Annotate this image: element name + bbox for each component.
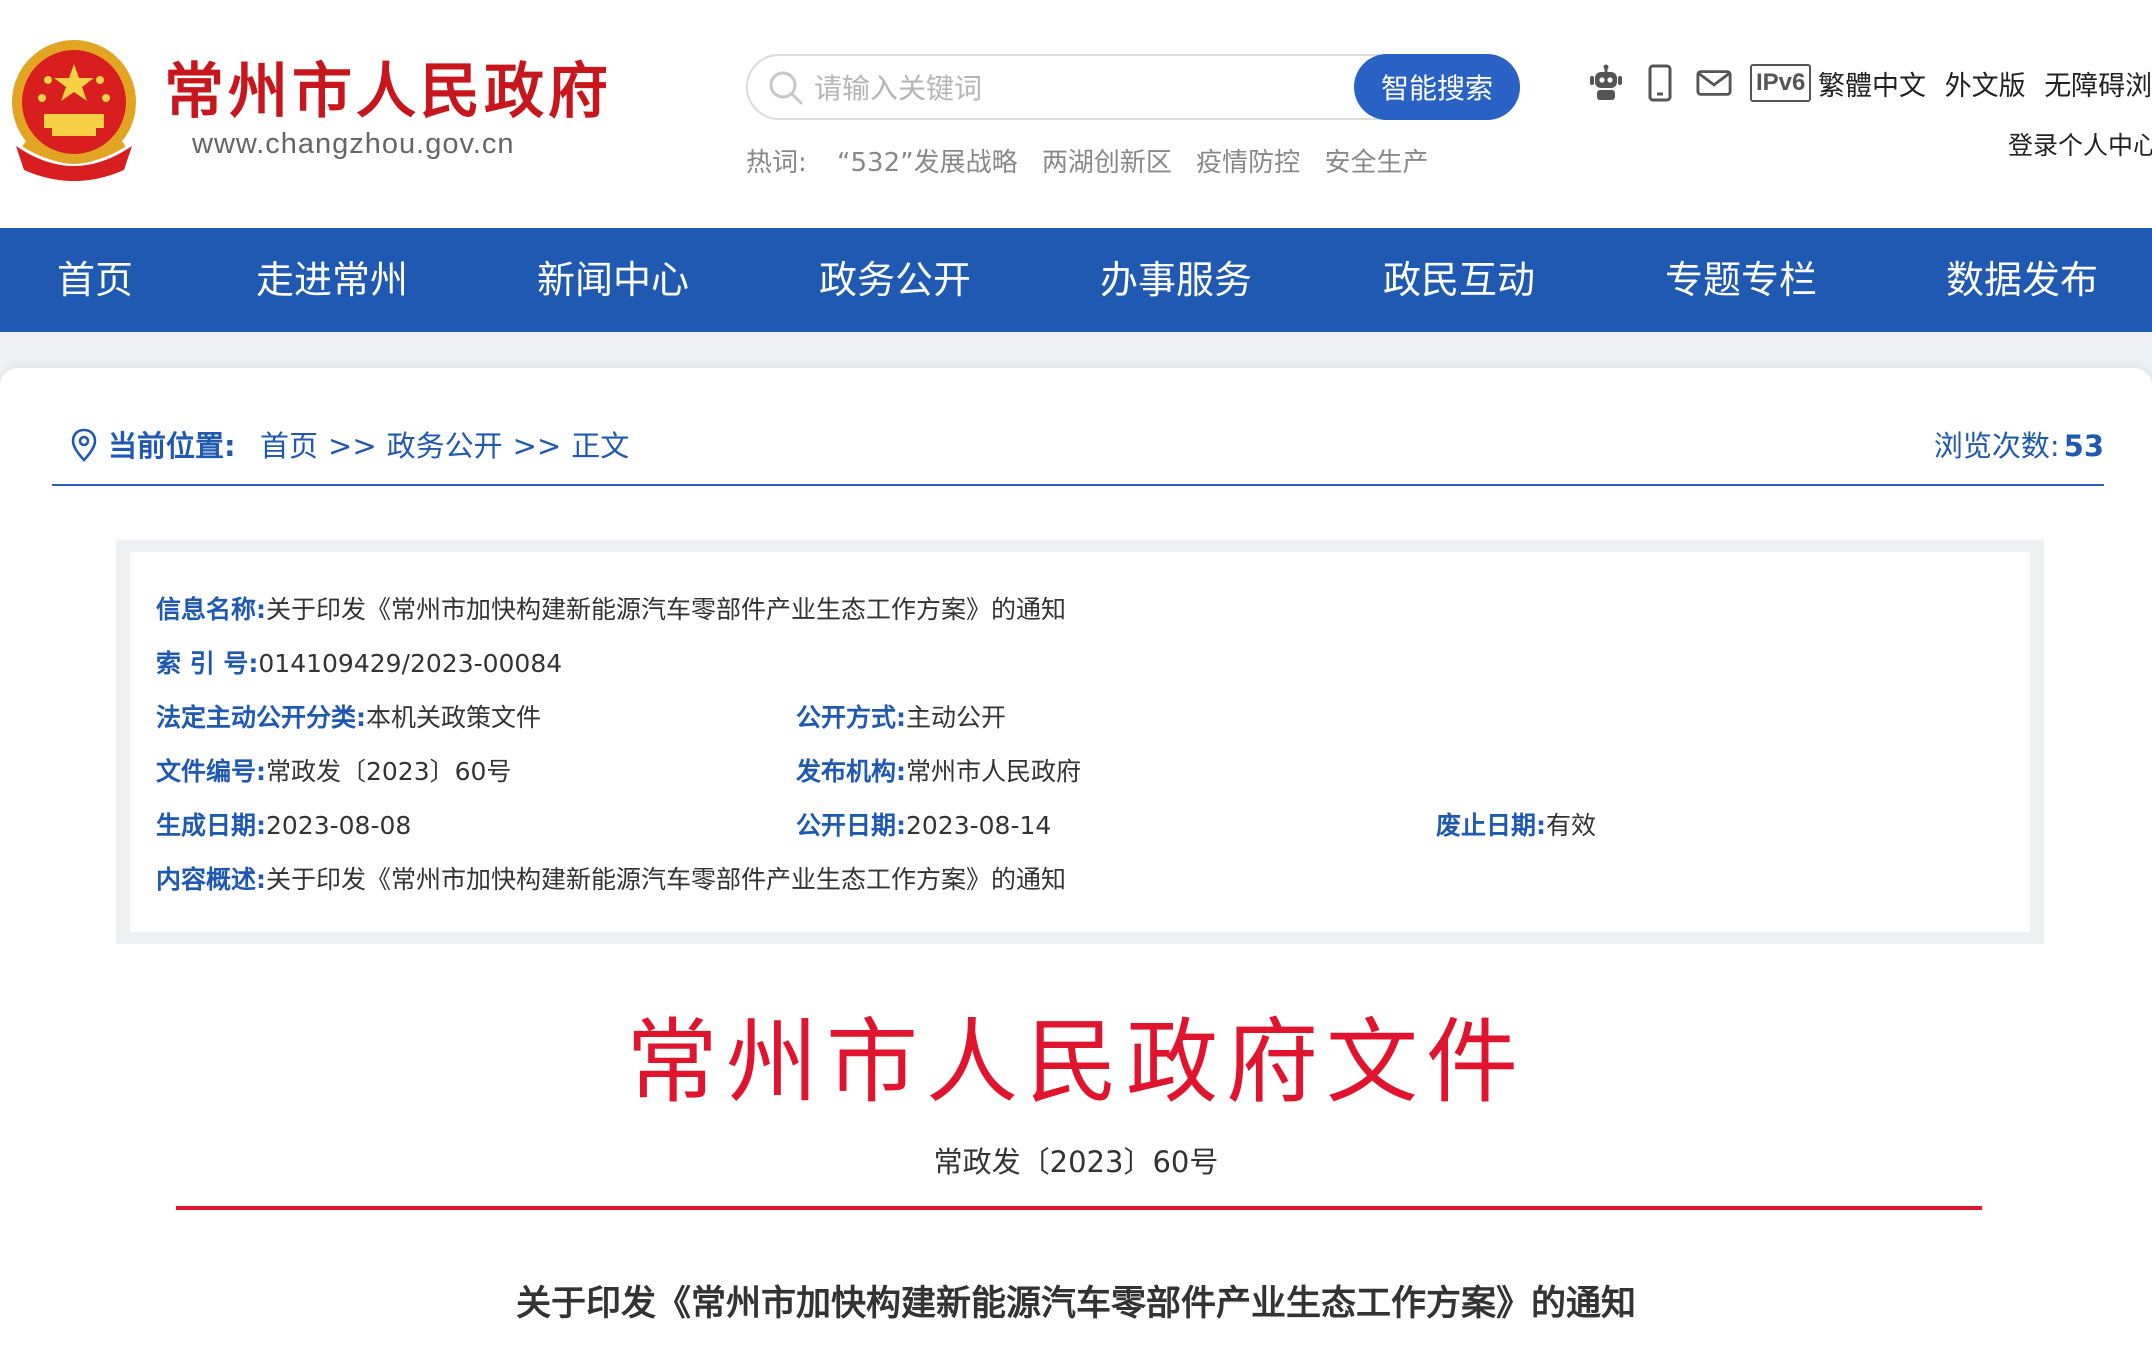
info-row-index: 索 引 号:014109429/2023-00084 xyxy=(156,644,562,684)
info-table: 信息名称:关于印发《常州市加快构建新能源汽车零部件产业生态工作方案》的通知 索 … xyxy=(130,552,2030,932)
info-name-value: 关于印发《常州市加快构建新能源汽车零部件产业生态工作方案》的通知 xyxy=(266,595,1067,624)
hotword-532-strategy[interactable]: “532”发展战略 xyxy=(837,148,1018,178)
info-publisher-key: 发布机构: xyxy=(796,757,906,786)
site-header: 常州市人民政府 www.changzhou.gov.cn 智能搜索 热词: “5… xyxy=(0,0,2152,228)
info-category-key: 法定主动公开分类: xyxy=(156,703,366,732)
foreign-language-link[interactable]: 外文版 xyxy=(1945,71,2026,102)
info-published-key: 公开日期: xyxy=(796,811,906,840)
login-personal-center-link[interactable]: 登录个人中心 xyxy=(2008,126,2152,162)
info-index-value: 014109429/2023-00084 xyxy=(258,649,563,678)
hotword-work-safety[interactable]: 安全生产 xyxy=(1324,148,1428,178)
nav-services[interactable]: 办事服务 xyxy=(1100,228,1252,332)
info-method-key: 公开方式: xyxy=(796,703,906,732)
nav-interaction[interactable]: 政民互动 xyxy=(1383,228,1535,332)
breadcrumb: 当前位置: 首页 >> 政务公开 >> 正文 浏览次数: 53 xyxy=(52,424,2104,486)
nav-about-changzhou[interactable]: 走进常州 xyxy=(256,228,408,332)
info-row-docno: 文件编号:常政发〔2023〕60号 发布机构:常州市人民政府 xyxy=(156,752,2006,792)
top-links: 繁體中文 外文版 无障碍浏览 xyxy=(1818,64,2152,103)
ipv6-badge[interactable]: IPv6 xyxy=(1750,64,1812,102)
nav-government-affairs[interactable]: 政务公开 xyxy=(819,228,971,332)
info-name-key: 信息名称: xyxy=(156,595,266,624)
location-pin-icon xyxy=(71,428,97,462)
hotwords-label: 热词: xyxy=(746,148,807,178)
info-created-value: 2023-08-08 xyxy=(266,811,412,840)
info-category-value: 本机关政策文件 xyxy=(366,703,542,732)
site-url: www.changzhou.gov.cn xyxy=(192,128,515,160)
robot-icon[interactable] xyxy=(1588,63,1624,103)
info-expiry-key: 废止日期: xyxy=(1436,811,1546,840)
view-count-label: 浏览次数: xyxy=(1933,429,2060,463)
accessibility-link[interactable]: 无障碍浏览 xyxy=(2044,71,2152,102)
info-published-value: 2023-08-14 xyxy=(906,811,1052,840)
breadcrumb-trail: 首页 >> 政务公开 >> 正文 xyxy=(260,424,629,468)
breadcrumb-label: 当前位置: xyxy=(108,429,236,463)
nav-special-topics[interactable]: 专题专栏 xyxy=(1665,228,1817,332)
traditional-chinese-link[interactable]: 繁體中文 xyxy=(1818,71,1926,102)
info-row-name: 信息名称:关于印发《常州市加快构建新能源汽车零部件产业生态工作方案》的通知 xyxy=(156,590,1066,630)
info-row-category: 法定主动公开分类:本机关政策文件 公开方式:主动公开 xyxy=(156,698,2006,738)
nav-home[interactable]: 首页 xyxy=(57,228,133,332)
info-row-dates: 生成日期:2023-08-08 公开日期:2023-08-14 废止日期:有效 xyxy=(156,806,2006,846)
info-summary-value: 关于印发《常州市加快构建新能源汽车零部件产业生态工作方案》的通知 xyxy=(266,865,1067,894)
red-divider xyxy=(176,1206,1982,1210)
site-name[interactable]: 常州市人民政府 xyxy=(164,56,612,128)
hotword-two-lakes[interactable]: 两湖创新区 xyxy=(1042,148,1172,178)
info-publisher-value: 常州市人民政府 xyxy=(906,757,1082,786)
document-subject: 关于印发《常州市加快构建新能源汽车零部件产业生态工作方案》的通知 xyxy=(515,1284,1636,1324)
document-number: 常政发〔2023〕60号 xyxy=(933,1145,1219,1179)
info-docno-key: 文件编号: xyxy=(156,757,266,786)
hotwords-bar: 热词: “532”发展战略 两湖创新区 疫情防控 安全生产 xyxy=(746,142,1444,179)
search-input[interactable] xyxy=(814,64,1414,112)
content-card: 当前位置: 首页 >> 政务公开 >> 正文 浏览次数: 53 信息名称:关于印发《常州市… xyxy=(0,368,2152,1349)
info-expiry-value: 有效 xyxy=(1546,811,1597,840)
document-title: 常州市人民政府文件 xyxy=(625,1009,1526,1116)
search-box: 智能搜索 xyxy=(746,54,1520,120)
info-docno-value: 常政发〔2023〕60号 xyxy=(266,757,512,786)
info-panel: 信息名称:关于印发《常州市加快构建新能源汽车零部件产业生态工作方案》的通知 索 … xyxy=(116,540,2044,944)
tool-icons: IPv6 xyxy=(1588,62,1812,104)
main-nav: 首页 走进常州 新闻中心 政务公开 办事服务 政民互动 专题专栏 数据发布 xyxy=(0,228,2152,332)
info-row-summary: 内容概述:关于印发《常州市加快构建新能源汽车零部件产业生态工作方案》的通知 xyxy=(156,860,1066,900)
mobile-icon[interactable] xyxy=(1642,63,1678,103)
nav-data-release[interactable]: 数据发布 xyxy=(1946,228,2098,332)
national-emblem-icon[interactable] xyxy=(4,36,144,184)
view-count-value: 53 xyxy=(2063,429,2104,463)
view-count: 浏览次数: 53 xyxy=(1934,424,2104,468)
info-created-key: 生成日期: xyxy=(156,811,266,840)
search-icon xyxy=(769,71,803,105)
breadcrumb-separator: >> xyxy=(512,429,562,463)
smart-search-button[interactable]: 智能搜索 xyxy=(1354,54,1520,120)
nav-news-center[interactable]: 新闻中心 xyxy=(537,228,689,332)
hotword-epidemic-control[interactable]: 疫情防控 xyxy=(1196,148,1300,178)
breadcrumb-government-affairs[interactable]: 政务公开 xyxy=(387,429,503,463)
breadcrumb-home[interactable]: 首页 xyxy=(260,429,318,463)
mail-icon[interactable] xyxy=(1696,63,1732,103)
info-method-value: 主动公开 xyxy=(906,703,1007,732)
info-index-key: 索 引 号: xyxy=(156,649,259,678)
breadcrumb-current[interactable]: 正文 xyxy=(571,429,629,463)
info-summary-key: 内容概述: xyxy=(156,865,266,894)
breadcrumb-separator: >> xyxy=(328,429,377,463)
